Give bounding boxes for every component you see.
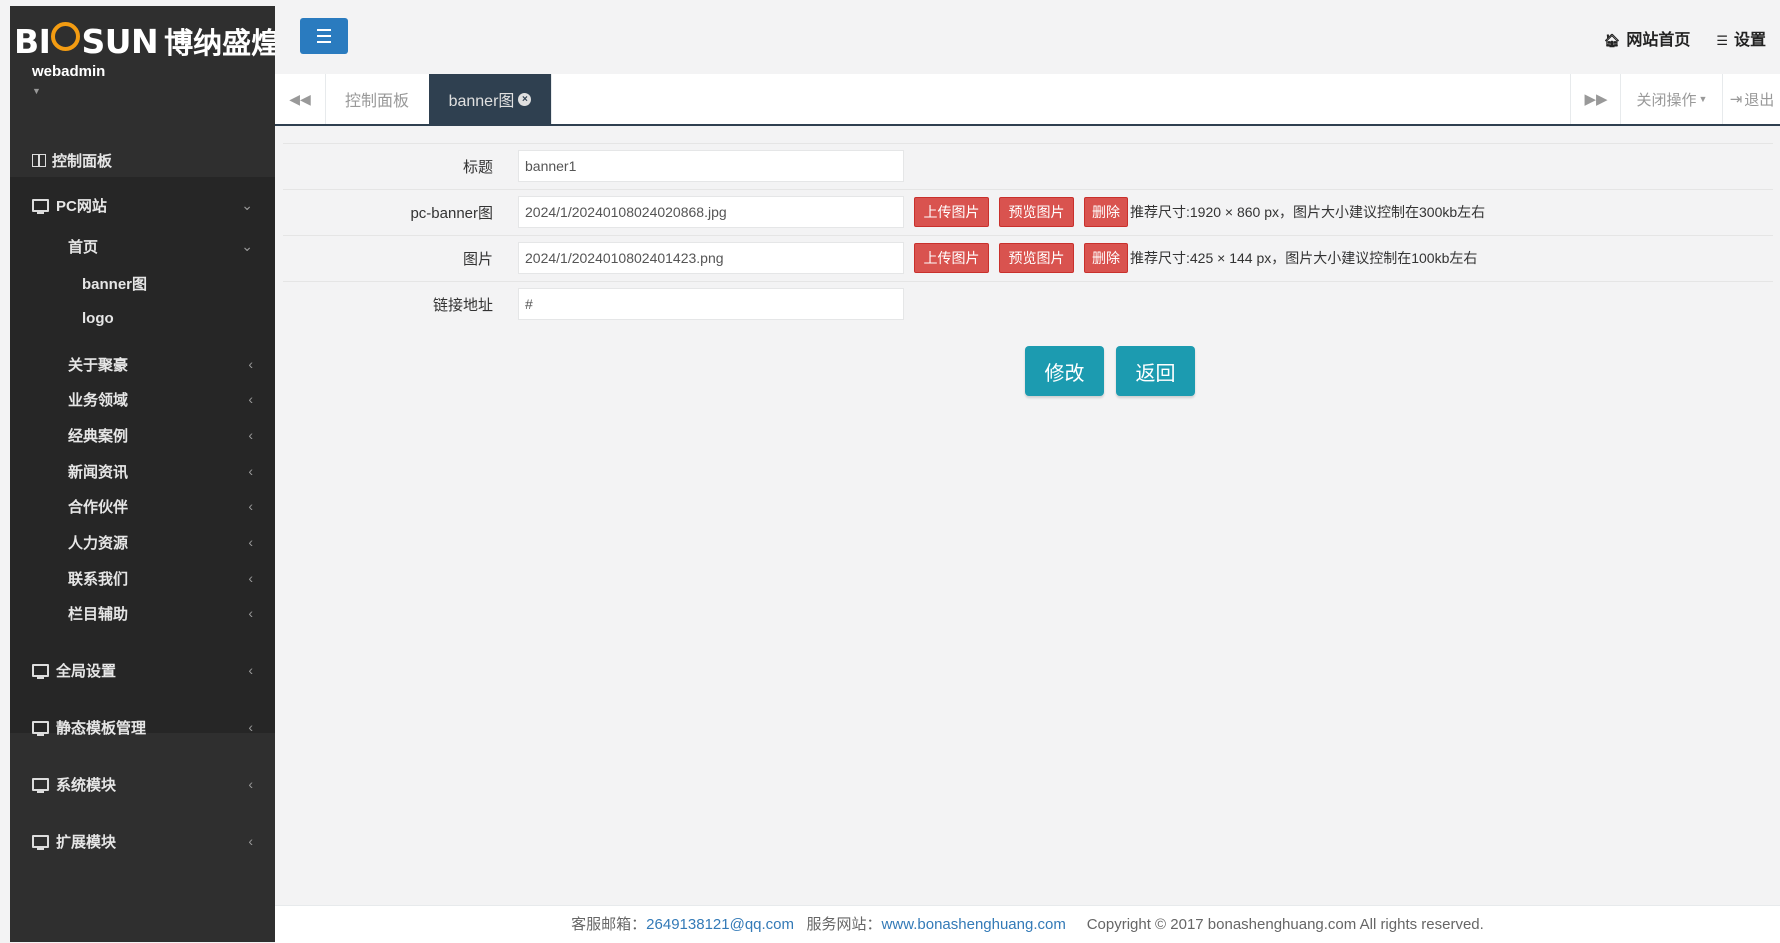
back-button[interactable]: 返回 — [1116, 346, 1195, 396]
sidebar-item-hr[interactable]: 人力资源 ‹ — [10, 522, 275, 562]
title-input[interactable]: banner1 — [518, 150, 904, 182]
chevron-left-icon: ‹ — [248, 391, 253, 407]
sidebar-header: BI SUN 博纳盛煌 webadmin ▼ — [10, 6, 275, 136]
preview-image-button[interactable]: 预览图片 — [999, 243, 1074, 273]
forward-icon: ▶▶ — [1584, 91, 1608, 108]
preview-image-button[interactable]: 预览图片 — [999, 197, 1074, 227]
sign-out-icon: ⇥ — [1729, 91, 1743, 108]
tab-banner[interactable]: banner图 × — [429, 74, 552, 124]
brand-logo: BI SUN 博纳盛煌 — [14, 22, 275, 61]
chevron-left-icon: ‹ — [248, 776, 253, 792]
form-row-pc-banner: pc-banner图 2024/1/20240108024020868.jpg … — [283, 189, 1773, 236]
sidebar: BI SUN 博纳盛煌 webadmin ▼ 控制面板 PC网站 ⌄ 首页 ⌄ ba… — [10, 6, 275, 942]
field-label: 标题 — [462, 159, 493, 176]
delete-image-button[interactable]: 删除 — [1084, 197, 1128, 227]
sidebar-item-banner[interactable]: banner图 — [10, 263, 275, 303]
support-email-link[interactable]: 2649138121@qq.com — [646, 916, 794, 933]
sidebar-item-global-settings[interactable]: 全局设置 ‹ — [10, 642, 275, 698]
sidebar-item-cases[interactable]: 经典案例 ‹ — [10, 415, 275, 455]
upload-image-button[interactable]: 上传图片 — [914, 243, 989, 273]
sidebar-item-contact[interactable]: 联系我们 ‹ — [10, 558, 275, 598]
upload-image-button[interactable]: 上传图片 — [914, 197, 989, 227]
close-icon[interactable]: × — [518, 92, 532, 106]
sidebar-toggle-button[interactable] — [300, 18, 348, 54]
field-label: 链接地址 — [432, 297, 493, 314]
submit-button[interactable]: 修改 — [1025, 346, 1104, 396]
settings-link[interactable]: ☰ 设置 — [1716, 26, 1766, 50]
chevron-left-icon: ‹ — [248, 463, 253, 479]
chevron-left-icon: ‹ — [248, 356, 253, 372]
logout-button[interactable]: ⇥ 退出 — [1722, 74, 1780, 124]
tasks-icon: ☰ — [1716, 33, 1728, 48]
form-row-title: 标题 banner1 — [283, 143, 1773, 190]
sidebar-item-label: 首页 — [68, 238, 99, 256]
sidebar-item-column-aux[interactable]: 栏目辅助 ‹ — [10, 593, 275, 633]
pc-banner-path-input[interactable]: 2024/1/20240108024020868.jpg — [518, 196, 904, 228]
footer: 客服邮箱：2649138121@qq.com 服务网站：www.bonashen… — [275, 905, 1780, 943]
sidebar-item-label: logo — [82, 309, 114, 327]
tabs-scroll-left-button[interactable]: ◀◀ — [275, 74, 326, 124]
tabs-scroll-right-button[interactable]: ▶▶ — [1570, 74, 1621, 124]
caret-down-icon: ▼ — [1698, 94, 1708, 104]
content-tabs: ◀◀ 控制面板 banner图 × ▶▶ 关闭操作 ▼ ⇥ 退出 — [275, 74, 1780, 126]
chevron-left-icon: ‹ — [248, 605, 253, 621]
hamburger-icon — [317, 29, 331, 31]
form-row-link: 链接地址 # — [283, 281, 1773, 328]
chevron-left-icon: ‹ — [248, 662, 253, 678]
form-row-image: 图片 2024/1/2024010802401423.png 上传图片 预览图片… — [283, 235, 1773, 282]
logo-ring-icon — [51, 22, 81, 51]
home-icon: 🏠︎ — [1603, 33, 1621, 48]
columns-icon — [32, 153, 46, 167]
size-hint: 推荐尺寸:1920 × 860 px，图片大小建议控制在300kb左右 — [1130, 204, 1486, 220]
chevron-down-icon: ⌄ — [241, 196, 253, 213]
size-hint: 推荐尺寸:425 × 144 px，图片大小建议控制在100kb左右 — [1130, 250, 1478, 266]
sidebar-item-label: banner图 — [82, 275, 148, 293]
sidebar-item-label: 控制面板 — [52, 152, 113, 170]
sidebar-item-system-modules[interactable]: 系统模块 ‹ — [10, 756, 275, 812]
delete-image-button[interactable]: 删除 — [1084, 243, 1128, 273]
desktop-icon — [32, 198, 49, 214]
sidebar-item-home[interactable]: 首页 ⌄ — [10, 226, 275, 266]
field-label: 图片 — [462, 251, 493, 268]
sidebar-item-partners[interactable]: 合作伙伴 ‹ — [10, 486, 275, 526]
chevron-left-icon: ‹ — [248, 427, 253, 443]
sidebar-item-static-templates[interactable]: 静态模板管理 ‹ — [10, 699, 275, 755]
top-navbar: 🏠︎ 网站首页 ☰ 设置 — [275, 6, 1780, 74]
chevron-left-icon: ‹ — [248, 534, 253, 550]
desktop-icon — [32, 663, 49, 679]
sidebar-item-label: PC网站 — [56, 197, 107, 215]
sidebar-item-news[interactable]: 新闻资讯 ‹ — [10, 451, 275, 491]
link-url-input[interactable]: # — [518, 288, 904, 320]
sidebar-item-business[interactable]: 业务领域 ‹ — [10, 379, 275, 419]
chevron-left-icon: ‹ — [248, 570, 253, 586]
backward-icon: ◀◀ — [289, 90, 311, 107]
sidebar-item-about[interactable]: 关于聚豪 ‹ — [10, 344, 275, 384]
chevron-left-icon: ‹ — [248, 498, 253, 514]
sidebar-item-extension-modules[interactable]: 扩展模块 ‹ — [10, 813, 275, 869]
field-label: pc-banner图 — [410, 205, 493, 222]
site-home-link[interactable]: 🏠︎ 网站首页 — [1604, 26, 1691, 50]
desktop-icon — [32, 834, 49, 850]
chevron-left-icon: ‹ — [248, 833, 253, 849]
image-path-input[interactable]: 2024/1/2024010802401423.png — [518, 242, 904, 274]
caret-down-icon[interactable]: ▼ — [32, 86, 41, 96]
sidebar-item-logo[interactable]: logo — [10, 298, 275, 338]
chevron-down-icon: ⌄ — [241, 237, 253, 254]
chevron-left-icon: ‹ — [248, 719, 253, 735]
copyright-text: Copyright © 2017 bonashenghuang.com All … — [1086, 916, 1484, 933]
close-operations-dropdown[interactable]: 关闭操作 ▼ — [1620, 74, 1723, 124]
navbar-links: 🏠︎ 网站首页 ☰ 设置 — [1604, 26, 1766, 50]
sidebar-item-pc-site[interactable]: PC网站 ⌄ — [10, 177, 275, 233]
tab-dashboard[interactable]: 控制面板 — [325, 74, 430, 124]
service-site-link[interactable]: www.bonashenghuang.com — [882, 916, 1066, 933]
desktop-icon — [32, 777, 49, 793]
desktop-icon — [32, 720, 49, 736]
username[interactable]: webadmin — [32, 63, 105, 80]
